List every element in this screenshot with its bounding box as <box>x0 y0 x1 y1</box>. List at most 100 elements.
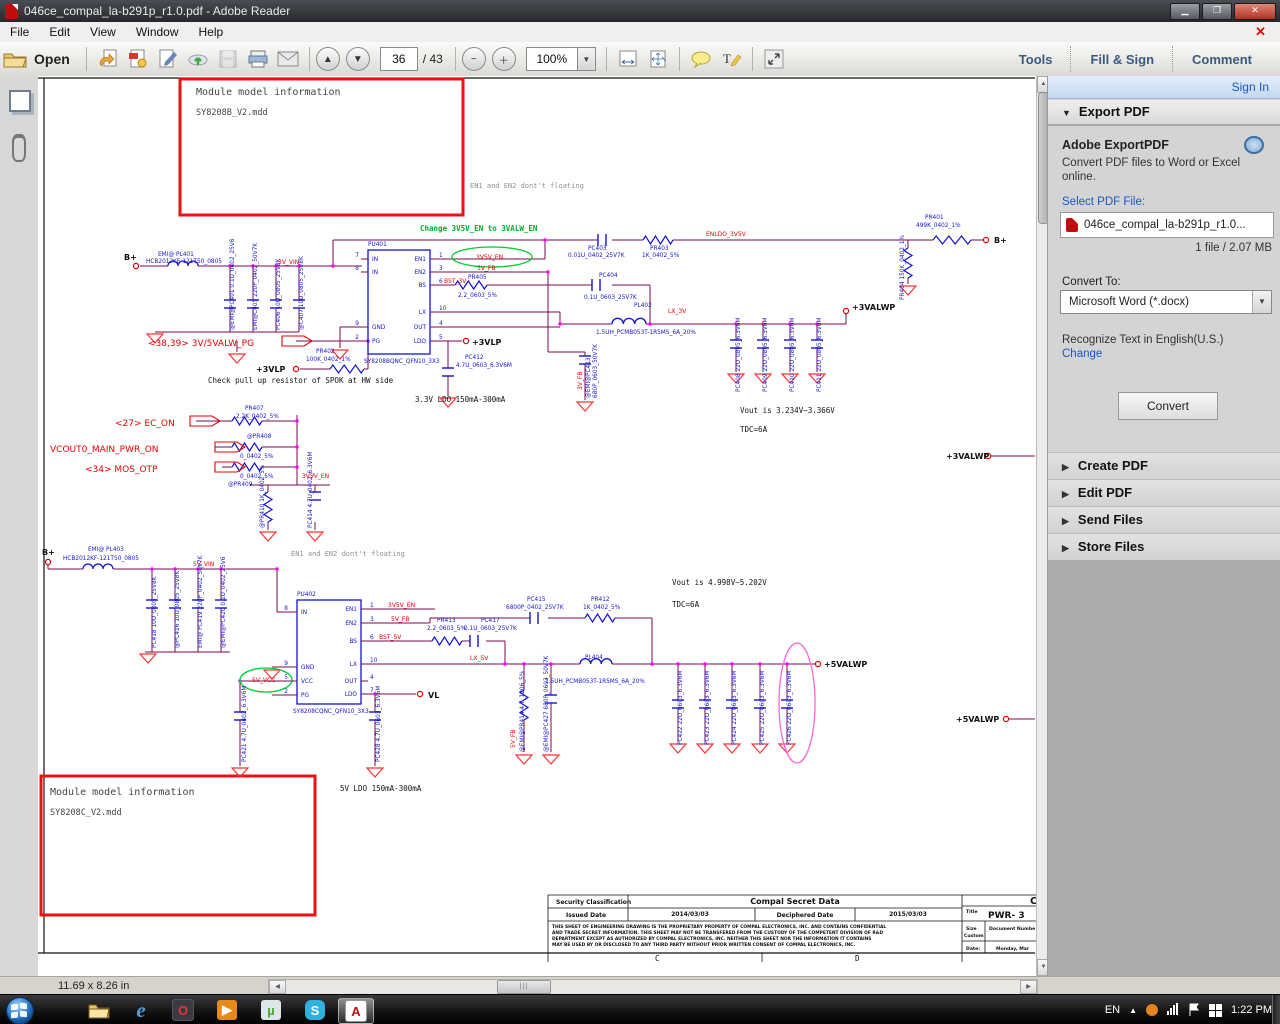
ic-pin-number: 10 <box>370 658 378 664</box>
convert-format-value: Microsoft Word (*.docx) <box>1061 296 1252 308</box>
menu-edit[interactable]: Edit <box>39 25 80 39</box>
export-pdf-section-header[interactable]: ▼Export PDF <box>1048 100 1280 126</box>
ic-pin-number: 8 <box>355 266 359 272</box>
ic-pin-number: 10 <box>439 306 447 312</box>
taskbar-media-player-icon[interactable]: ▶ <box>210 998 244 1022</box>
net-terminal <box>133 263 138 268</box>
sign-icon[interactable] <box>153 45 183 73</box>
menu-view[interactable]: View <box>80 25 126 39</box>
schematic-label: VCOUT0_MAIN_PWR_ON <box>50 445 159 455</box>
schematic-label: <27> EC_ON <box>115 419 175 429</box>
tray-windows-icon[interactable] <box>1209 1004 1222 1017</box>
tab-fill-sign[interactable]: Fill & Sign <box>1072 52 1172 67</box>
ground-symbol <box>516 755 532 764</box>
maximize-button[interactable]: ❐ <box>1202 3 1232 20</box>
page-up-icon[interactable]: ▲ <box>316 47 340 71</box>
schematic-label: B+ <box>994 236 1007 245</box>
schematic-label: PC422 22U_0603_6.3V6M <box>678 671 684 746</box>
menu-file[interactable]: File <box>0 25 39 39</box>
fullscreen-icon[interactable] <box>759 45 789 73</box>
taskbar-explorer-icon[interactable] <box>82 998 116 1022</box>
schematic-label: EN1 and EN2 dont't floating <box>470 182 584 190</box>
resistor-symbol <box>585 614 615 622</box>
schematic-label: 5V LDO 150mA-300mA <box>340 784 422 793</box>
taskbar-opera-icon[interactable]: O <box>166 998 200 1022</box>
zoom-dropdown-icon[interactable]: ▼ <box>578 47 596 71</box>
schematic-label: VL <box>428 691 439 700</box>
titleblock-text: Monday, Mar <box>996 946 1030 952</box>
attachments-icon[interactable] <box>12 134 26 162</box>
comment-bubble-icon[interactable] <box>686 45 716 73</box>
section-send-files[interactable]: ▶Send Files <box>1048 506 1280 534</box>
page-number-input[interactable] <box>380 47 418 71</box>
page-thumbnails-icon[interactable] <box>9 90 31 112</box>
sign-in-link[interactable]: Sign In <box>1232 80 1269 94</box>
tray-action-center-icon[interactable] <box>1188 1003 1200 1017</box>
schematic-label: @EMI@PC427 680P_0603_50V7K <box>544 655 550 752</box>
ic-pin-label: BS <box>418 283 426 289</box>
zoom-level-input[interactable] <box>526 47 578 71</box>
fit-page-icon[interactable] <box>643 45 673 73</box>
schematic-label: +3VALWP <box>852 303 895 312</box>
zoom-out-icon[interactable]: − <box>462 47 486 71</box>
tray-language[interactable]: EN <box>1105 1004 1120 1016</box>
net-terminal <box>293 366 298 371</box>
schematic-label: PR413 <box>437 618 456 624</box>
horizontal-scroll-thumb[interactable]: ||| <box>497 980 551 994</box>
ground-symbol <box>367 768 383 777</box>
open-folder-icon[interactable] <box>0 45 30 73</box>
taskbar-adobe-reader-icon[interactable]: A <box>338 998 374 1024</box>
tab-comment[interactable]: Comment <box>1174 52 1270 67</box>
tray-hidden-icons-icon[interactable]: ▲ <box>1129 1006 1137 1015</box>
email-icon[interactable] <box>273 45 303 73</box>
section-store-files[interactable]: ▶Store Files <box>1048 533 1280 561</box>
close-document-icon[interactable]: ✕ <box>1245 24 1276 40</box>
selected-file-button[interactable]: 046ce_compal_la-b291p_r1.0... <box>1060 212 1274 238</box>
document-page[interactable]: PU401SY8208BQNC_QFN10_3X37IN8IN9GND2PG1E… <box>38 76 1036 976</box>
schematic-label: PC410 22U_0805_6.3V6M <box>790 318 796 393</box>
ic-pin-label: VCC <box>301 679 313 685</box>
highlight-text-icon[interactable]: T <box>716 45 746 73</box>
page-down-icon[interactable]: ▼ <box>346 47 370 71</box>
schematic-label: D <box>855 954 860 963</box>
taskbar-utorrent-icon[interactable]: µ <box>254 998 288 1022</box>
zoom-in-icon[interactable]: ＋ <box>492 47 516 71</box>
ic-pin-number: 5 <box>284 675 288 681</box>
chevron-right-icon: ▶ <box>1062 516 1069 526</box>
schematic-label: @EMI@PC401 0.1U_0402_25V6 <box>230 238 236 330</box>
tray-network-icon[interactable] <box>1167 1003 1179 1018</box>
save-icon[interactable] <box>213 45 243 73</box>
create-pdf-icon[interactable] <box>123 45 153 73</box>
change-language-link[interactable]: Change <box>1062 348 1270 360</box>
close-button[interactable]: ✕ <box>1234 3 1276 20</box>
fit-width-icon[interactable] <box>613 45 643 73</box>
show-desktop-button[interactable] <box>1272 995 1280 1024</box>
ic-pin-label: EN2 <box>414 270 426 276</box>
previous-view-icon[interactable] <box>93 45 123 73</box>
start-button[interactable] <box>6 997 34 1024</box>
tab-tools[interactable]: Tools <box>1001 52 1071 67</box>
convert-button[interactable]: Convert <box>1118 392 1218 420</box>
print-icon[interactable] <box>243 45 273 73</box>
tray-app-icon[interactable] <box>1146 1004 1158 1016</box>
schematic-label: @EMI@PR414 4.7_1206_5% <box>520 670 526 752</box>
titleblock-legal-text: DEPARTMENT EXCEPT AS AUTHORIZED BY COMPA… <box>552 936 871 942</box>
scroll-right-icon[interactable]: ▶ <box>1020 980 1037 994</box>
ic-pin-label: EN1 <box>414 257 426 263</box>
title-bar[interactable]: 046ce_compal_la-b291p_r1.0.pdf - Adobe R… <box>0 0 1280 22</box>
scroll-left-icon[interactable]: ◀ <box>269 980 286 994</box>
horizontal-scrollbar[interactable]: ◀ ||| ▶ <box>268 979 1038 995</box>
menu-window[interactable]: Window <box>126 25 189 39</box>
convert-format-select[interactable]: Microsoft Word (*.docx) ▼ <box>1060 290 1272 314</box>
minimize-button[interactable]: ▁ <box>1170 3 1200 20</box>
section-edit-pdf[interactable]: ▶Edit PDF <box>1048 479 1280 507</box>
taskbar-internet-explorer-icon[interactable]: e <box>124 998 158 1022</box>
taskbar-skype-icon[interactable]: S <box>298 998 332 1022</box>
open-button[interactable]: Open <box>34 51 70 67</box>
section-create-pdf[interactable]: ▶Create PDF <box>1048 452 1280 480</box>
menu-help[interactable]: Help <box>189 25 234 39</box>
sign-in-bar: Sign In <box>1048 76 1280 99</box>
cloud-upload-icon[interactable] <box>183 45 213 73</box>
tray-clock[interactable]: 1:22 PM <box>1231 1004 1272 1016</box>
ic-pin-label: BS <box>349 639 357 645</box>
